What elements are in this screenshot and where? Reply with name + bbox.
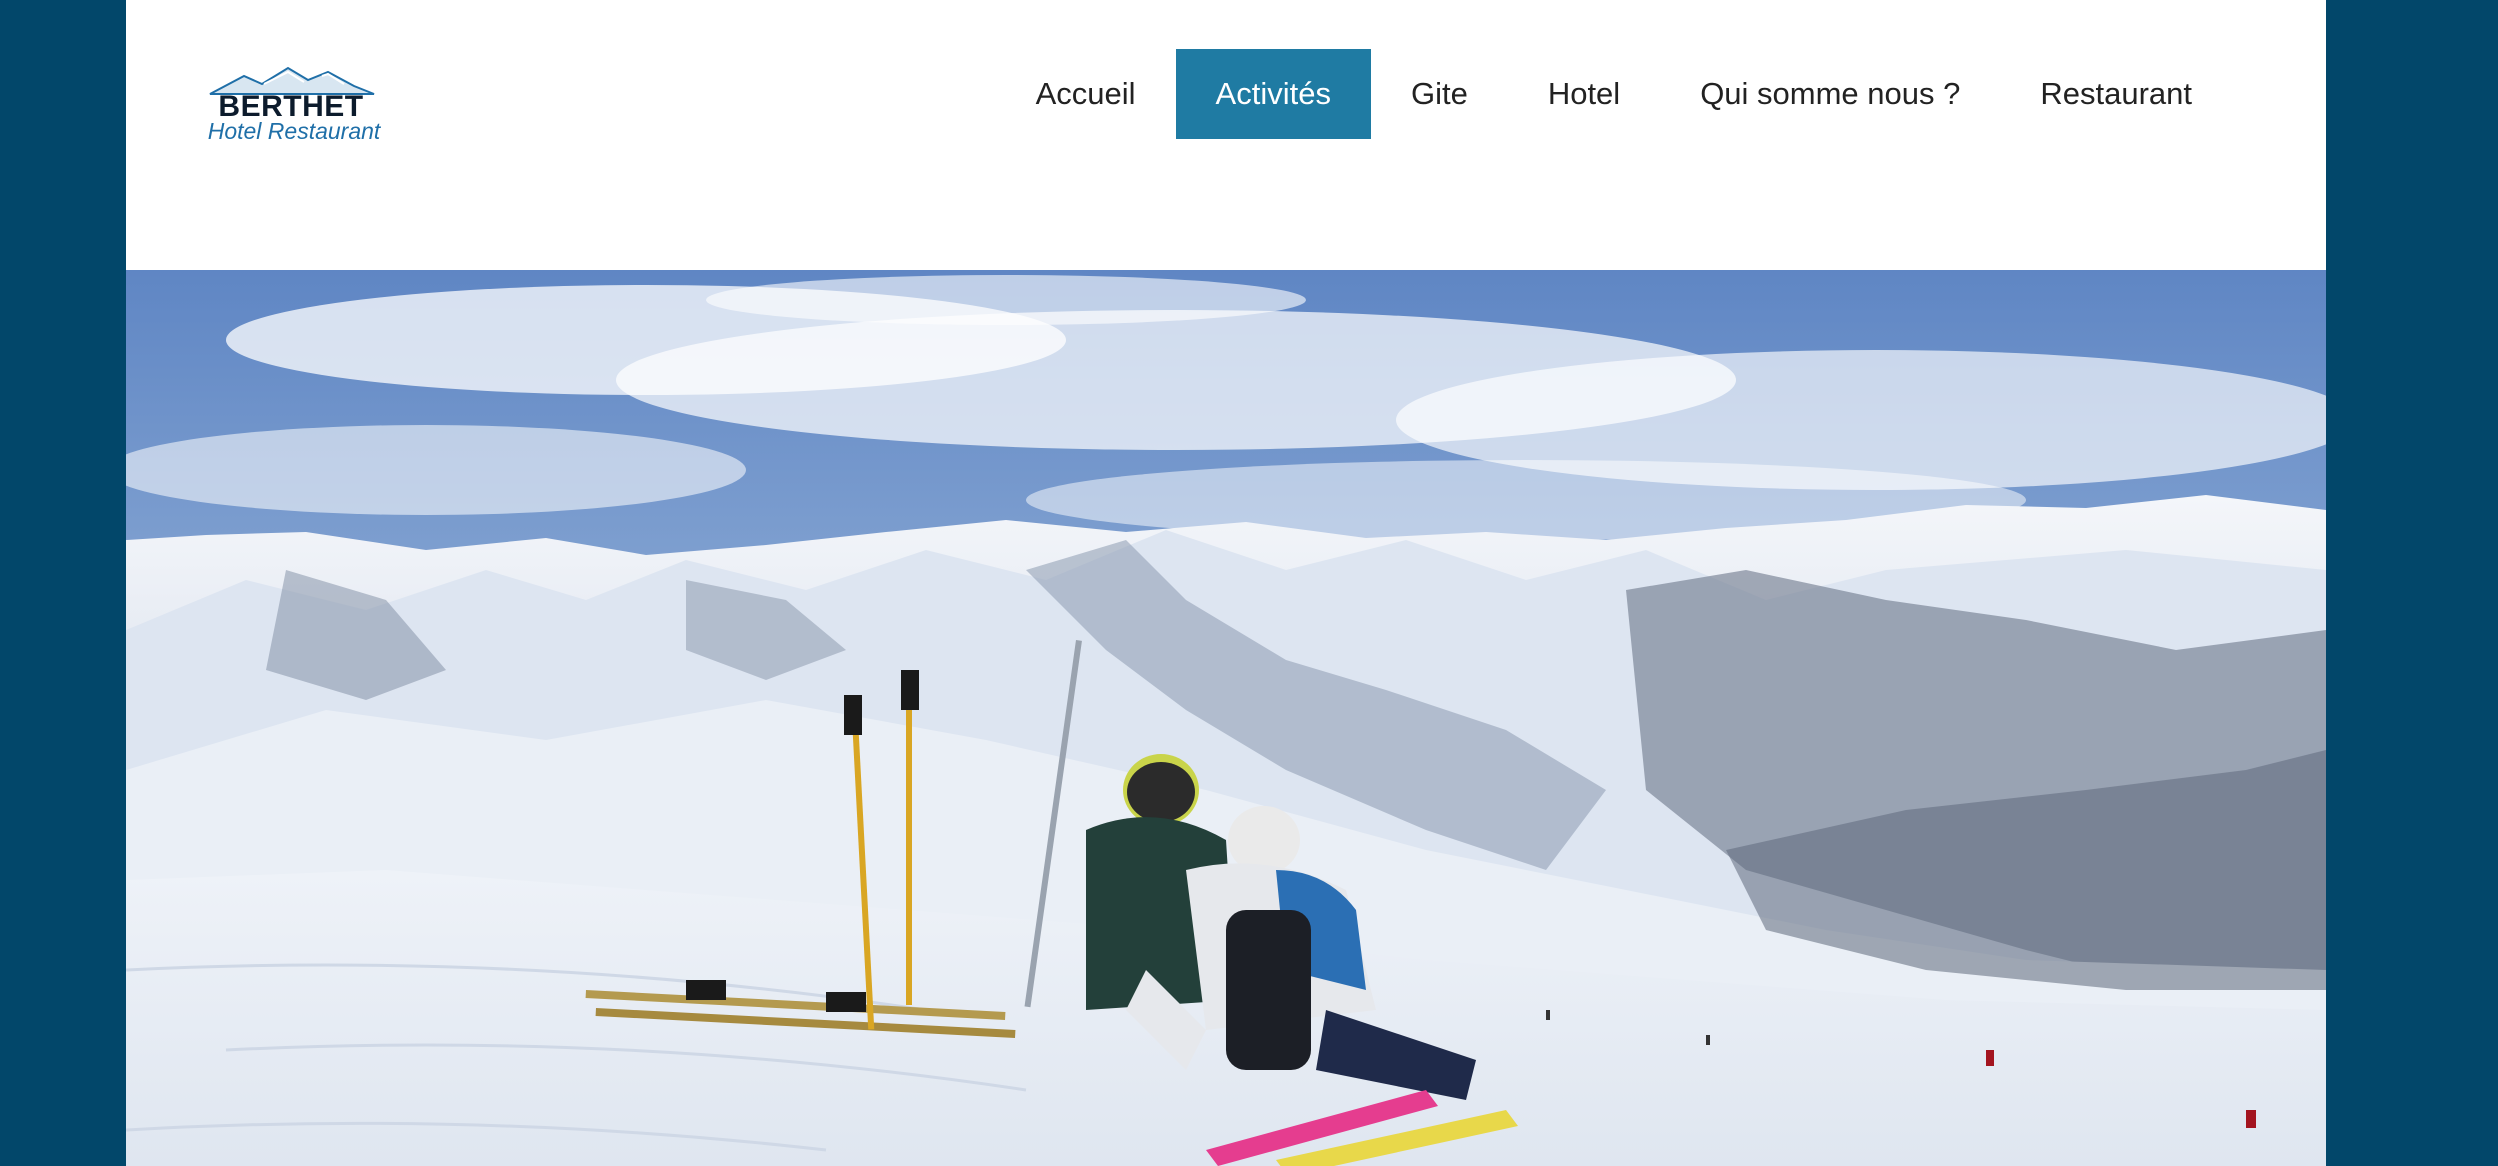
ski-mountain-photo-icon (126, 270, 2326, 1166)
nav-item-restaurant[interactable]: Restaurant (2000, 49, 2232, 139)
main-navigation: Accueil Activités Gite Hotel Qui somme n… (996, 49, 2232, 139)
nav-item-accueil[interactable]: Accueil (996, 49, 1176, 139)
logo-subtitle: Hotel Restaurant (207, 118, 381, 144)
site-header: BERTHET Hotel Restaurant Accueil Activit… (126, 0, 2326, 270)
nav-item-activites[interactable]: Activités (1175, 49, 1371, 139)
hero-image (126, 270, 2326, 1166)
page-container: BERTHET Hotel Restaurant Accueil Activit… (126, 0, 2326, 1166)
nav-item-hotel[interactable]: Hotel (1508, 49, 1660, 139)
site-logo[interactable]: BERTHET Hotel Restaurant (204, 62, 384, 152)
nav-item-qui-somme-nous[interactable]: Qui somme nous ? (1660, 49, 2000, 139)
nav-item-gite[interactable]: Gite (1371, 49, 1508, 139)
